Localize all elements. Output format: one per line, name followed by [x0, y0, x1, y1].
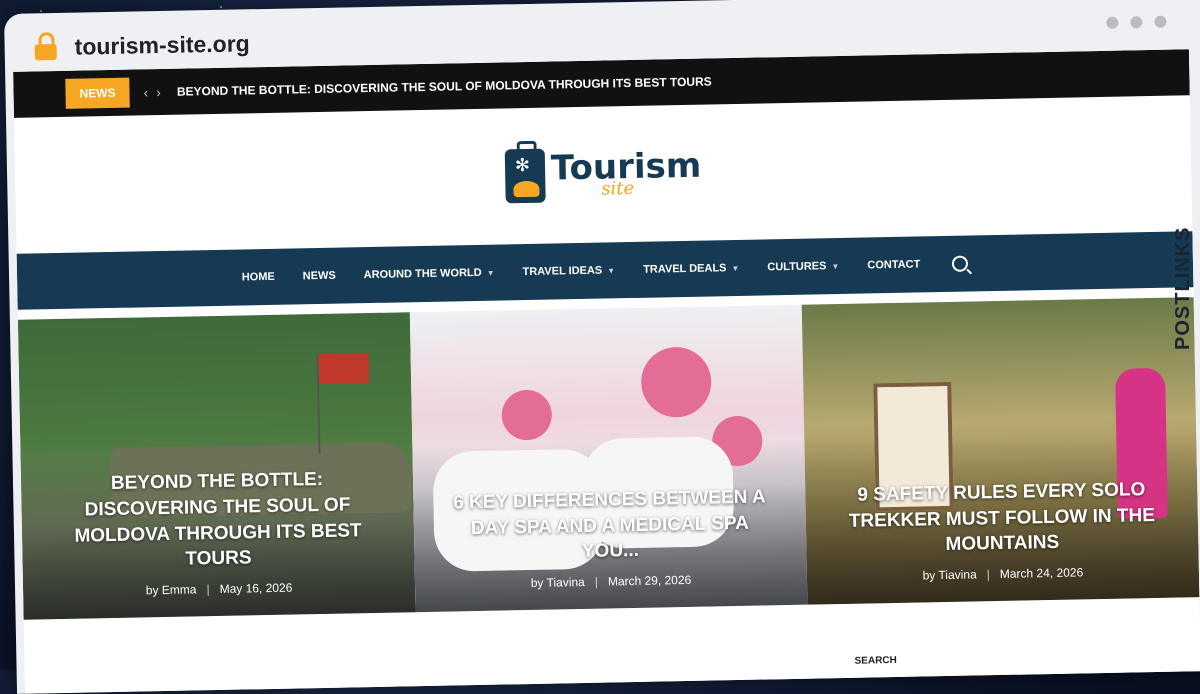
header-logo-area: ✻ Tourism site: [14, 95, 1192, 254]
post-title[interactable]: 9 SAFETY RULES EVERY SOLO TREKKER MUST F…: [805, 476, 1198, 560]
featured-posts: BEYOND THE BOTTLE: DISCOVERING THE SOUL …: [17, 297, 1200, 620]
meta-divider: |: [986, 567, 990, 582]
nav-item-travel-ideas[interactable]: TRAVEL IDEAS ▼: [522, 264, 616, 279]
nav-item-contact[interactable]: CONTACT: [867, 258, 920, 271]
lock-icon: [34, 43, 57, 61]
post-author[interactable]: by Tiavina: [531, 575, 585, 590]
post-author[interactable]: by Tiavina: [923, 567, 977, 582]
watermark-text: POSTLINKS: [1172, 226, 1194, 350]
featured-post-card[interactable]: 6 KEY DIFFERENCES BETWEEN A DAY SPA AND …: [409, 304, 808, 613]
featured-post-card[interactable]: BEYOND THE BOTTLE: DISCOVERING THE SOUL …: [17, 312, 416, 620]
post-title[interactable]: 6 KEY DIFFERENCES BETWEEN A DAY SPA AND …: [413, 484, 806, 568]
news-tag: NEWS: [65, 77, 130, 109]
post-meta: by Tiavina | March 29, 2026: [531, 573, 692, 590]
web-page: NEWS ‹› BEYOND THE BOTTLE: DISCOVERING T…: [13, 49, 1200, 694]
chevron-right-icon[interactable]: ›: [156, 84, 169, 100]
logo-subtitle: site: [601, 177, 635, 200]
meta-divider: |: [594, 574, 599, 589]
window-controls: [1106, 15, 1167, 29]
post-meta: by Emma | May 16, 2026: [146, 581, 293, 598]
suitcase-icon: ✻: [504, 148, 546, 204]
ticker-arrows[interactable]: ‹›: [143, 84, 169, 100]
post-title[interactable]: BEYOND THE BOTTLE: DISCOVERING THE SOUL …: [21, 466, 415, 576]
flag-shape: [318, 353, 370, 385]
post-date: March 29, 2026: [607, 572, 692, 589]
nav-item-travel-deals[interactable]: TRAVEL DEALS ▼: [643, 262, 739, 276]
chevron-down-icon: ▼: [607, 265, 616, 275]
nav-item-news[interactable]: NEWS: [303, 270, 336, 283]
ticker-headline-link[interactable]: BEYOND THE BOTTLE: DISCOVERING THE SOUL …: [177, 74, 712, 98]
sidebar-search-heading: SEARCH: [854, 654, 897, 667]
nav-item-cultures[interactable]: CULTURES ▼: [767, 260, 839, 273]
window-dot-icon[interactable]: [1154, 15, 1167, 28]
palm-tree-icon: ✻: [514, 154, 531, 176]
post-date: May 16, 2026: [219, 580, 293, 596]
chevron-down-icon: ▼: [831, 261, 840, 271]
meta-divider: |: [206, 582, 210, 597]
nav-item-around-the-world[interactable]: AROUND THE WORLD ▼: [364, 267, 495, 281]
chevron-down-icon: ▼: [486, 268, 495, 278]
nav-item-home[interactable]: HOME: [242, 271, 275, 284]
site-logo[interactable]: ✻ Tourism site: [504, 146, 702, 204]
search-icon[interactable]: [952, 255, 969, 272]
post-author[interactable]: by Emma: [146, 582, 197, 597]
window-dot-icon[interactable]: [1106, 16, 1119, 29]
browser-window: tourism-site.org NEWS ‹› BEYOND THE BOTT…: [4, 0, 1200, 694]
url-text[interactable]: tourism-site.org: [74, 30, 250, 60]
post-meta: by Tiavina | March 24, 2026: [923, 565, 1084, 582]
featured-post-card[interactable]: 9 SAFETY RULES EVERY SOLO TREKKER MUST F…: [801, 297, 1200, 605]
chevron-left-icon[interactable]: ‹: [143, 84, 156, 100]
chevron-down-icon: ▼: [731, 263, 740, 273]
rose-shape: [640, 346, 712, 418]
post-date: March 24, 2026: [999, 565, 1084, 581]
rose-shape: [501, 389, 553, 441]
window-dot-icon[interactable]: [1130, 16, 1143, 29]
